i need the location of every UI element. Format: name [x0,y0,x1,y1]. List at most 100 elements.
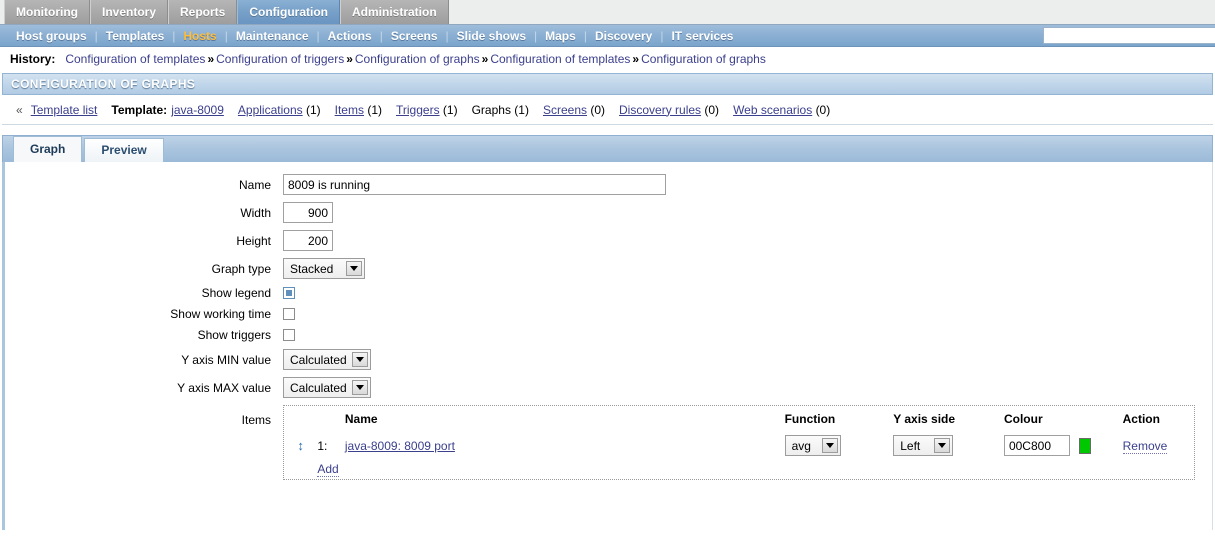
chevron-down-icon[interactable] [934,438,951,453]
template-link-label[interactable]: Items [335,103,364,117]
breadcrumb-item-2[interactable]: Configuration of graphs [355,52,480,66]
breadcrumb-item-0[interactable]: Configuration of templates [65,52,205,66]
items-table-container: Name Function Y axis side Colour Action … [283,405,1195,480]
sub-nav-item-actions[interactable]: Actions [320,29,380,43]
items-col-index [317,406,345,432]
template-link-screens[interactable]: Screens (0) [543,103,605,117]
search-input[interactable] [1043,27,1215,44]
template-link-label[interactable]: Discovery rules [619,103,701,117]
template-link-count: (0) [590,102,606,117]
template-link-graphs: Graphs (1) [472,103,529,117]
top-nav-item-inventory[interactable]: Inventory [89,0,168,24]
history-breadcrumb-bar: History: Configuration of templates» Conf… [0,47,1215,71]
item-name-link[interactable]: java-8009: 8009 port [345,439,455,453]
subnav-divider: | [224,28,228,43]
y-axis-max-select[interactable]: Calculated [283,377,371,398]
subnav-divider: | [316,28,320,43]
sub-nav-item-hosts[interactable]: Hosts [175,29,224,43]
graph-type-value: Stacked [290,261,334,276]
template-link-applications[interactable]: Applications (1) [238,103,321,117]
show-legend-checkbox[interactable] [283,287,295,299]
sub-nav-item-host-groups[interactable]: Host groups [8,29,95,43]
chevron-down-icon[interactable] [821,438,838,453]
template-link-label[interactable]: Applications [238,103,303,117]
template-link-count: (1) [514,102,529,117]
item-function-value: avg [791,438,811,453]
show-triggers-checkbox[interactable] [283,329,295,341]
items-col-action: Action [1122,412,1160,426]
top-nav-item-configuration[interactable]: Configuration [237,0,340,24]
chevron-down-icon[interactable] [346,261,362,276]
template-link-web-scenarios[interactable]: Web scenarios (0) [733,103,830,117]
item-function-select[interactable]: avg [784,435,841,456]
template-list-link[interactable]: Template list [31,103,98,117]
item-y-axis-side-value: Left [900,438,921,453]
chevron-down-icon[interactable] [352,380,368,395]
height-input[interactable] [283,230,333,251]
tab-graph[interactable]: Graph [13,136,83,162]
item-remove-link[interactable]: Remove [1122,438,1168,454]
template-link-items[interactable]: Items (1) [335,103,382,117]
template-link-count: (1) [305,102,321,117]
sub-nav-item-maps[interactable]: Maps [537,29,584,43]
sub-nav-item-slide-shows[interactable]: Slide shows [449,29,534,43]
template-name-link[interactable]: java-8009 [171,103,224,117]
graph-type-select[interactable]: Stacked [283,258,365,279]
form-tab-strip: Graph Preview [2,135,1213,162]
history-label: History: [10,52,56,66]
show-legend-label: Show legend [201,286,271,300]
tab-preview[interactable]: Preview [84,138,164,162]
breadcrumb-separator: » [632,52,640,66]
name-input[interactable] [283,174,666,195]
page-title: CONFIGURATION OF GRAPHS [11,77,196,91]
item-colour-swatch[interactable] [1079,438,1092,455]
name-label: Name [238,177,271,192]
top-nav-item-reports[interactable]: Reports [168,0,238,24]
subnav-divider: | [660,28,664,43]
breadcrumb-item-1[interactable]: Configuration of triggers [216,52,344,66]
form-row-name: Name [5,174,1212,195]
show-working-time-checkbox[interactable] [283,308,295,320]
item-colour-cell [1003,432,1123,459]
add-item-link[interactable]: Add [317,462,339,477]
item-drag-cell: ↕ [284,432,317,459]
items-label: Items [241,413,271,427]
add-spacer [284,459,317,479]
template-label: Template: [111,102,168,117]
sub-nav-item-it-services[interactable]: IT services [663,29,741,43]
width-input[interactable] [283,202,333,223]
items-col-colour: Colour [1003,412,1043,426]
width-label: Width [240,205,271,220]
breadcrumb-item-4[interactable]: Configuration of graphs [641,52,766,66]
item-y-axis-side-select[interactable]: Left [893,435,954,456]
sub-nav-item-templates[interactable]: Templates [98,29,172,43]
items-col-name: Name [344,412,378,426]
template-link-label[interactable]: Web scenarios [733,103,812,117]
breadcrumb-item-3[interactable]: Configuration of templates [490,52,630,66]
form-row-items: Items Name Function Y axis side Colour A… [5,405,1212,480]
template-link-label[interactable]: Triggers [396,103,440,117]
subnav-divider: | [445,28,449,43]
updown-arrow-icon[interactable]: ↕ [297,439,304,452]
item-colour-input[interactable] [1003,435,1070,456]
breadcrumb-separator: » [207,52,215,66]
sub-nav-item-discovery[interactable]: Discovery [587,29,660,43]
template-link-count: (1) [442,102,458,117]
subnav-divider: | [534,28,538,43]
items-col-y-axis-side: Y axis side [893,412,956,426]
template-link-count: (0) [704,102,720,117]
template-link-discovery-rules[interactable]: Discovery rules (0) [619,103,719,117]
sub-nav-item-maintenance[interactable]: Maintenance [228,29,317,43]
form-row-show-working-time: Show working time [5,307,1212,321]
y-axis-min-select[interactable]: Calculated [283,349,371,370]
top-nav-item-administration[interactable]: Administration [340,0,449,24]
form-row-show-legend: Show legend [5,286,1212,300]
form-row-height: Height [5,230,1212,251]
template-link-label[interactable]: Screens [543,103,587,117]
item-y-axis-side-cell: Left [893,432,1004,459]
top-nav-item-monitoring[interactable]: Monitoring [4,0,90,24]
y-axis-min-label: Y axis MIN value [181,352,271,367]
template-link-triggers[interactable]: Triggers (1) [396,103,458,117]
chevron-down-icon[interactable] [352,352,368,367]
sub-nav-item-screens[interactable]: Screens [383,29,446,43]
